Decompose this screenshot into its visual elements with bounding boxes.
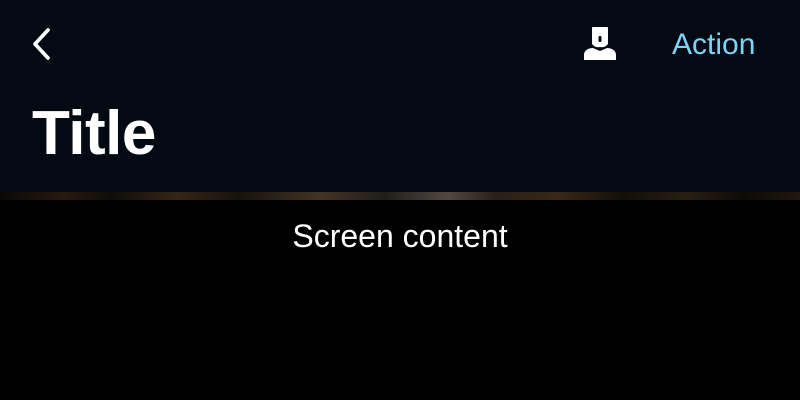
- back-button[interactable]: [22, 24, 62, 64]
- account-button[interactable]: [580, 22, 620, 64]
- action-button[interactable]: Action: [672, 26, 755, 64]
- page-title: Title: [32, 99, 156, 168]
- chevron-left-icon: [33, 28, 50, 60]
- person-icon: [584, 27, 616, 60]
- screen-content-area: Screen content: [0, 200, 800, 400]
- screen: Action Title Screen content: [0, 0, 800, 400]
- header-background-image: [0, 192, 800, 200]
- screen-content-label: Screen content: [292, 218, 508, 254]
- navigation-bar: Action Title: [0, 0, 800, 192]
